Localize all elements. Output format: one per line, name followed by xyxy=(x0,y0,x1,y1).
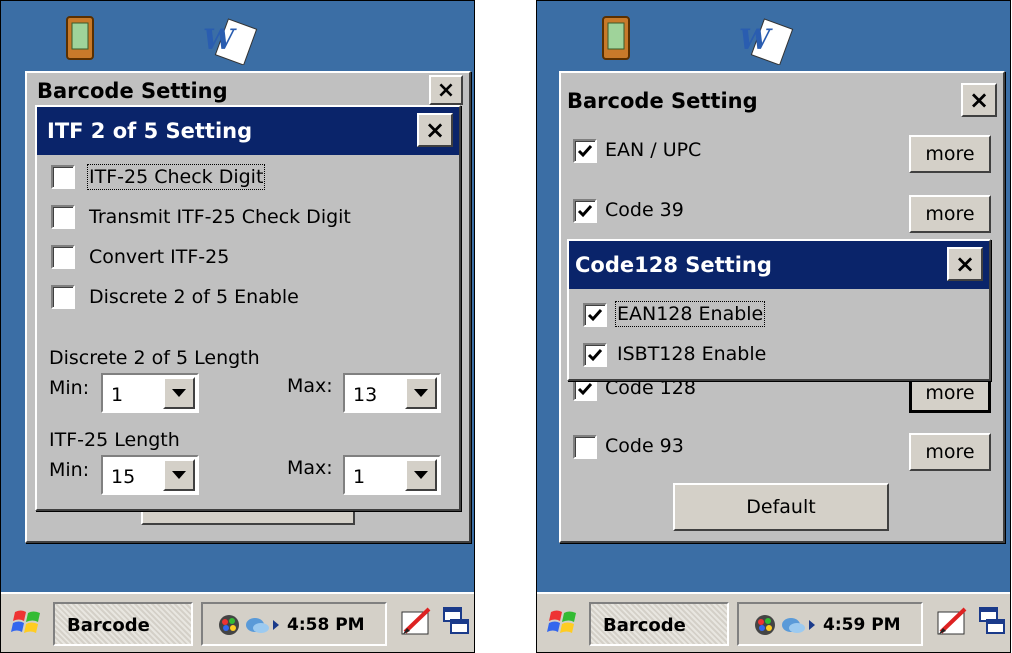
svg-text:W: W xyxy=(203,23,237,56)
clock[interactable]: 4:59 PM xyxy=(823,615,901,635)
itf25-setting-dialog: ITF 2 of 5 Setting × ITF-25 Check Digit … xyxy=(35,105,461,511)
code93-label[interactable]: Code 93 xyxy=(605,435,684,457)
system-tray: 4:58 PM xyxy=(201,602,387,646)
discrete-min-select[interactable]: 1 xyxy=(101,373,199,413)
chevron-down-icon[interactable] xyxy=(405,459,437,491)
itf25-check-digit-label[interactable]: ITF-25 Check Digit xyxy=(86,164,266,190)
close-icon: × xyxy=(436,77,456,103)
dialog-title: ITF 2 of 5 Setting xyxy=(47,119,253,143)
itf25-length-label: ITF-25 Length xyxy=(49,429,180,451)
ean128-enable-checkbox[interactable] xyxy=(583,303,607,327)
taskbar-app-button[interactable]: Barcode xyxy=(53,602,193,646)
discrete-2of5-enable-label[interactable]: Discrete 2 of 5 Enable xyxy=(89,286,299,308)
isbt128-enable-checkbox[interactable] xyxy=(583,343,607,367)
window-title: Barcode Setting xyxy=(567,89,758,113)
system-tray: 4:59 PM xyxy=(737,602,923,646)
itf25-check-digit-checkbox[interactable] xyxy=(51,165,75,189)
isbt128-enable-label[interactable]: ISBT128 Enable xyxy=(617,343,766,365)
discrete-length-label: Discrete 2 of 5 Length xyxy=(49,347,260,369)
close-icon: × xyxy=(968,86,990,114)
svg-text:W: W xyxy=(739,23,773,56)
switch-windows-icon[interactable] xyxy=(443,606,469,640)
itf25-max-value: 1 xyxy=(353,466,366,488)
itf25-max-label: Max: xyxy=(287,457,333,479)
close-icon: × xyxy=(424,116,446,144)
transmit-itf25-check-digit-label[interactable]: Transmit ITF-25 Check Digit xyxy=(89,206,351,228)
input-panel-icon[interactable] xyxy=(935,606,969,642)
discrete-2of5-enable-checkbox[interactable] xyxy=(51,285,75,309)
itf25-min-label: Min: xyxy=(49,459,90,481)
itf25-min-value: 15 xyxy=(111,466,136,488)
sync-icon[interactable] xyxy=(781,615,817,639)
discrete-max-select[interactable]: 13 xyxy=(343,373,441,413)
discrete-min-label: Min: xyxy=(49,377,90,399)
sync-icon[interactable] xyxy=(245,615,281,639)
code39-checkbox[interactable] xyxy=(573,199,597,223)
input-panel-icon[interactable] xyxy=(399,606,433,642)
windows-flag-icon[interactable] xyxy=(547,606,579,642)
ean128-enable-label[interactable]: EAN128 Enable xyxy=(614,301,766,327)
pda-icon[interactable] xyxy=(601,15,631,65)
chevron-down-icon[interactable] xyxy=(163,459,195,491)
convert-itf25-checkbox[interactable] xyxy=(51,245,75,269)
network-icon[interactable] xyxy=(217,613,241,641)
clock[interactable]: 4:58 PM xyxy=(287,615,365,635)
discrete-max-value: 13 xyxy=(353,384,378,406)
taskbar: Barcode 4:58 PM xyxy=(1,592,474,652)
window-close-button[interactable]: × xyxy=(961,83,997,117)
itf25-min-select[interactable]: 15 xyxy=(101,455,199,495)
taskbar-app-button[interactable]: Barcode xyxy=(589,602,729,646)
transmit-itf25-check-digit-checkbox[interactable] xyxy=(51,205,75,229)
convert-itf25-label[interactable]: Convert ITF-25 xyxy=(89,246,229,268)
code39-label[interactable]: Code 39 xyxy=(605,199,684,221)
code128-setting-dialog: Code128 Setting × EAN128 Enable ISBT128 … xyxy=(567,239,991,381)
word-doc-icon[interactable]: W xyxy=(199,15,259,69)
chevron-down-icon[interactable] xyxy=(405,377,437,409)
code93-more-button[interactable]: more xyxy=(909,433,991,471)
dialog-close-button[interactable]: × xyxy=(417,113,453,147)
itf25-max-select[interactable]: 1 xyxy=(343,455,441,495)
taskbar-app-label: Barcode xyxy=(603,615,686,636)
chevron-down-icon[interactable] xyxy=(163,377,195,409)
code93-checkbox[interactable] xyxy=(573,435,597,459)
ean-upc-label[interactable]: EAN / UPC xyxy=(605,139,701,161)
network-icon[interactable] xyxy=(753,613,777,641)
windows-flag-icon[interactable] xyxy=(11,606,43,642)
bg-window-title: Barcode Setting xyxy=(37,79,228,103)
right-device-screen: W Barcode Setting × EAN / UPC more Code … xyxy=(536,0,1011,653)
popup-title: Code128 Setting xyxy=(575,253,772,277)
left-device-screen: W Barcode Setting × ITF 2 of 5 Setting ×… xyxy=(0,0,475,653)
ean-upc-checkbox[interactable] xyxy=(573,139,597,163)
code39-more-button[interactable]: more xyxy=(909,195,991,233)
ean-upc-more-button[interactable]: more xyxy=(909,135,991,173)
close-icon: × xyxy=(954,250,976,278)
discrete-max-label: Max: xyxy=(287,375,333,397)
word-doc-icon[interactable]: W xyxy=(735,15,795,69)
discrete-min-value: 1 xyxy=(111,384,124,406)
default-button[interactable]: Default xyxy=(673,483,889,531)
switch-windows-icon[interactable] xyxy=(979,606,1005,640)
pda-icon[interactable] xyxy=(65,15,95,65)
bg-close-button[interactable]: × xyxy=(429,75,463,105)
taskbar: Barcode 4:59 PM xyxy=(537,592,1010,652)
popup-close-button[interactable]: × xyxy=(947,247,983,281)
taskbar-app-label: Barcode xyxy=(67,615,150,636)
